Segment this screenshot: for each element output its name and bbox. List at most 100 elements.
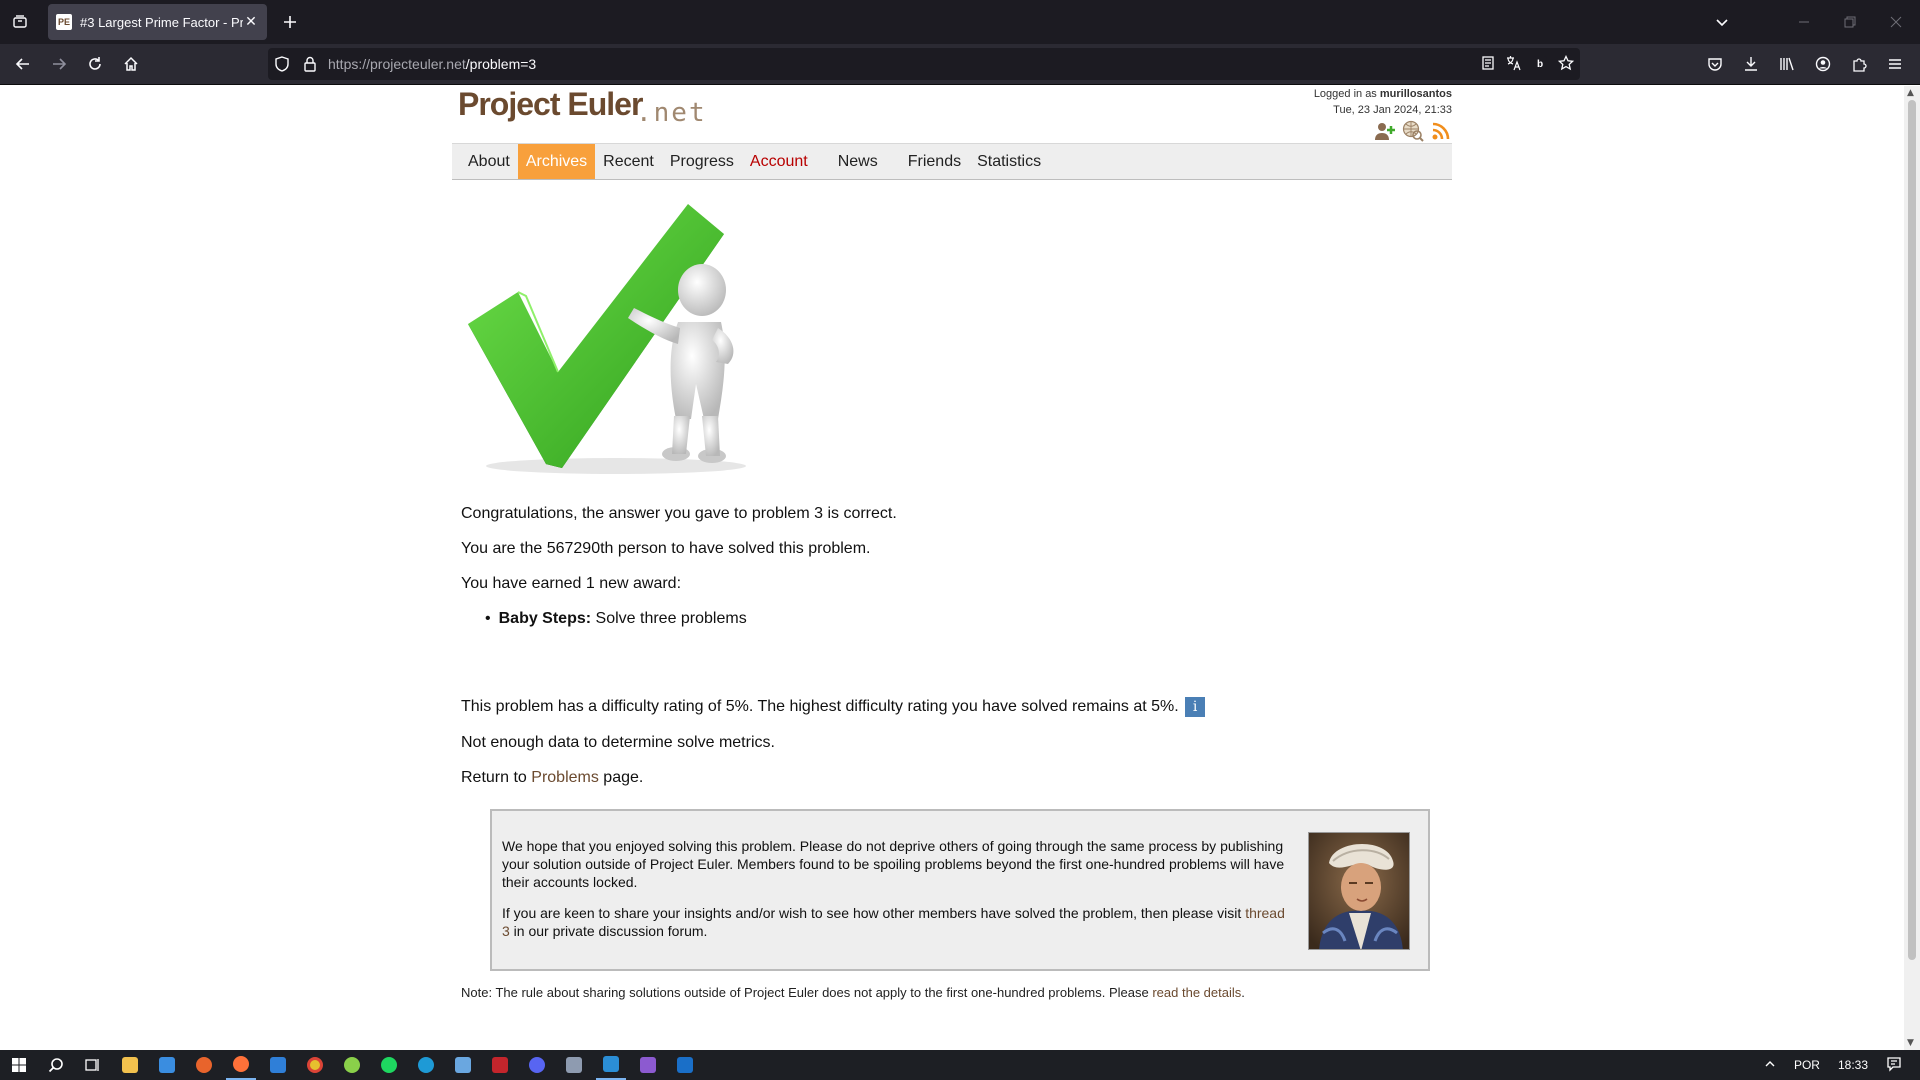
menu-item-archives[interactable]: Archives	[517, 144, 596, 179]
tab-title: #3 Largest Prime Factor - Proje	[80, 14, 243, 30]
lock-icon[interactable]	[296, 56, 324, 72]
menu-item-news[interactable]: News	[830, 144, 886, 179]
back-icon[interactable]	[8, 49, 38, 79]
app-icon-blue[interactable]	[448, 1050, 478, 1080]
euler-portrait-image	[1308, 832, 1410, 950]
notice-text: We hope that you enjoyed solving this pr…	[502, 837, 1292, 953]
notice-paragraph-2: If you are keen to share your insights a…	[502, 904, 1292, 940]
restore-icon[interactable]	[1834, 6, 1866, 38]
new-tab-icon[interactable]	[274, 6, 306, 38]
edge-icon[interactable]	[411, 1050, 441, 1080]
discord-icon[interactable]	[522, 1050, 552, 1080]
site-logo[interactable]: Project Euler .net	[458, 86, 705, 128]
main-menu: About Archives Recent Progress Account N…	[452, 143, 1452, 180]
difficulty-message: This problem has a difficulty rating of …	[461, 698, 1179, 716]
menu-icon[interactable]	[1880, 49, 1910, 79]
info-icon[interactable]: i	[1185, 697, 1206, 717]
read-details-link[interactable]: read the details	[1152, 985, 1241, 1000]
app-icon-red[interactable]	[485, 1050, 515, 1080]
page-viewport: Project Euler .net Logged in as murillos…	[0, 86, 1904, 1050]
award-item: Baby Steps: Solve three problems	[485, 610, 1451, 628]
congratulations-message: Congratulations, the answer you gave to …	[461, 505, 897, 522]
windows-start-icon[interactable]	[4, 1050, 34, 1080]
pocket-icon[interactable]	[1700, 49, 1730, 79]
firefox-icon[interactable]	[226, 1050, 256, 1080]
extension-b-icon[interactable]: b	[1532, 55, 1548, 74]
tabs-list-icon[interactable]	[4, 6, 36, 38]
library-icon[interactable]	[1772, 49, 1802, 79]
return-suffix: page.	[598, 769, 644, 786]
notice-paragraph-1: We hope that you enjoyed solving this pr…	[502, 838, 1285, 890]
problems-link[interactable]: Problems	[531, 769, 599, 786]
menu-item-friends[interactable]: Friends	[900, 144, 969, 179]
language-indicator[interactable]: POR	[1794, 1058, 1820, 1072]
return-prefix: Return to	[461, 769, 532, 786]
page-scrollbar[interactable]: ▲ ▼	[1904, 86, 1920, 1050]
microsoft-store-icon[interactable]	[152, 1050, 182, 1080]
system-tray: POR 18:33	[1764, 1050, 1920, 1080]
chrome-icon[interactable]	[300, 1050, 330, 1080]
rss-feed-icon[interactable]	[1430, 120, 1452, 142]
notifications-icon[interactable]	[1886, 1056, 1902, 1075]
media-player-icon[interactable]	[189, 1050, 219, 1080]
scroll-thumb[interactable]	[1908, 100, 1916, 960]
browser-tab[interactable]: PE #3 Largest Prime Factor - Proje ✕	[48, 4, 267, 40]
bookmark-star-icon[interactable]	[1557, 54, 1575, 74]
xbox-icon[interactable]	[337, 1050, 367, 1080]
forward-icon[interactable]	[44, 49, 74, 79]
outlook-icon[interactable]	[670, 1050, 700, 1080]
correct-checkmark-icon	[468, 204, 746, 474]
return-line: Return to Problems page.	[461, 769, 1451, 787]
scroll-up-icon[interactable]: ▲	[1907, 88, 1914, 98]
mail-icon[interactable]	[263, 1050, 293, 1080]
tray-chevron-up-icon[interactable]	[1764, 1058, 1776, 1073]
address-bar[interactable]: https://projecteuler.net/problem=3 b	[268, 48, 1580, 80]
search-icon[interactable]	[41, 1050, 71, 1080]
menu-item-account[interactable]: Account	[742, 144, 816, 179]
spotify-icon[interactable]	[374, 1050, 404, 1080]
download-icon[interactable]	[1736, 49, 1766, 79]
vscode-icon[interactable]	[596, 1050, 626, 1080]
extensions-icon[interactable]	[1844, 49, 1874, 79]
add-friend-icon[interactable]	[1374, 120, 1396, 142]
notice-p2-suffix: in our private discussion forum.	[509, 923, 708, 939]
logo-main-text: Project Euler	[458, 86, 643, 122]
username: murillosantos	[1379, 88, 1452, 100]
difficulty-line: This problem has a difficulty rating of …	[461, 697, 1451, 717]
clock[interactable]: 18:33	[1838, 1058, 1868, 1072]
tab-favicon-icon: PE	[56, 14, 72, 30]
menu-item-recent[interactable]: Recent	[595, 144, 662, 179]
account-icon[interactable]	[1808, 49, 1838, 79]
award-list: Baby Steps: Solve three problems	[485, 610, 1451, 628]
url-text[interactable]: https://projecteuler.net/problem=3	[328, 56, 536, 72]
menu-item-progress[interactable]: Progress	[662, 144, 742, 179]
task-view-icon[interactable]	[78, 1050, 108, 1080]
menu-item-statistics[interactable]: Statistics	[969, 144, 1049, 179]
menu-item-about[interactable]: About	[460, 144, 518, 179]
scroll-down-icon[interactable]: ▼	[1907, 1038, 1914, 1048]
minimize-icon[interactable]	[1788, 6, 1820, 38]
window-close-icon[interactable]	[1880, 6, 1912, 38]
tab-bar: PE #3 Largest Prime Factor - Proje ✕	[0, 0, 1920, 44]
globe-search-icon[interactable]	[1402, 120, 1424, 142]
chevron-down-icon[interactable]	[1706, 6, 1738, 38]
windows-taskbar: POR 18:33	[0, 1050, 1920, 1080]
svg-text:b: b	[1537, 59, 1543, 70]
logged-in-prefix: Logged in as	[1313, 88, 1380, 100]
home-icon[interactable]	[116, 49, 146, 79]
footnote-text: Note: The rule about sharing solutions o…	[461, 985, 1153, 1000]
spoiler-notice-box: We hope that you enjoyed solving this pr…	[490, 809, 1430, 971]
visual-studio-icon[interactable]	[633, 1050, 663, 1080]
shield-icon[interactable]	[268, 56, 296, 72]
url-host: https://projecteuler.net	[328, 56, 466, 72]
footnote: Note: The rule about sharing solutions o…	[461, 985, 1245, 1000]
translate-icon[interactable]	[1506, 55, 1522, 74]
app-icon-gray[interactable]	[559, 1050, 589, 1080]
file-explorer-icon[interactable]	[115, 1050, 145, 1080]
reload-icon[interactable]	[80, 49, 110, 79]
url-path: /problem=3	[465, 56, 537, 72]
close-icon[interactable]: ✕	[243, 14, 259, 30]
reader-view-icon[interactable]	[1480, 55, 1496, 74]
award-intro: You have earned 1 new award:	[461, 575, 682, 592]
login-info: Logged in as murillosantos Tue, 23 Jan 2…	[1314, 86, 1452, 118]
